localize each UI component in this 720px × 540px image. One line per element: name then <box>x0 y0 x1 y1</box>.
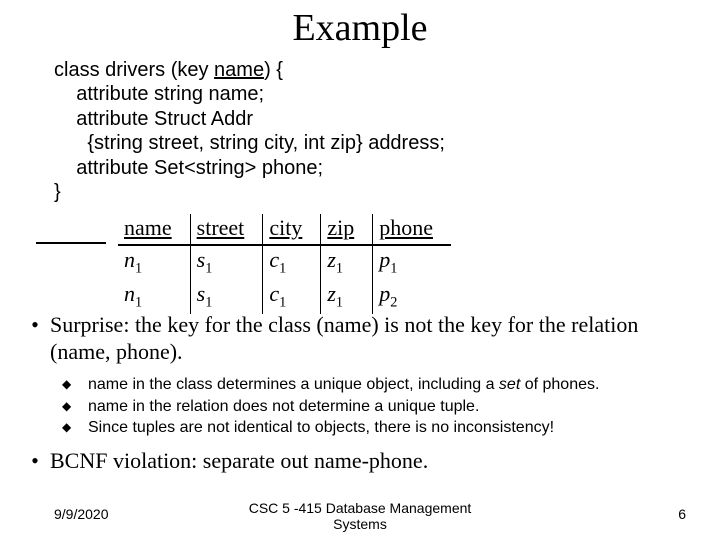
diamond-icon: ◆ <box>62 396 88 418</box>
cell: c1 <box>263 280 321 314</box>
code-l3: attribute Struct Addr <box>54 108 253 130</box>
code-l1-key: name <box>214 59 264 81</box>
slide-title: Example <box>0 6 720 50</box>
code-l4: {string street, string city, int zip} ad… <box>54 132 445 154</box>
code-l1c: ) { <box>264 59 283 81</box>
footer-center: CSC 5 -415 Database Management Systems <box>0 501 720 532</box>
bullet-2-text: BCNF violation: separate out name-phone. <box>50 448 428 475</box>
diamond-icon: ◆ <box>62 417 88 439</box>
footer-page-number: 6 <box>678 506 686 522</box>
code-block: class drivers (key name) { attribute str… <box>54 58 445 204</box>
bullet-dot: • <box>20 448 50 475</box>
cell: c1 <box>263 245 321 280</box>
relation-table: name street city zip phone n1 s1 c1 z1 p… <box>118 214 451 314</box>
sub-bullets: ◆ name in the class determines a unique … <box>62 374 702 439</box>
diamond-icon: ◆ <box>62 374 88 396</box>
code-l2: attribute string name; <box>54 83 264 105</box>
bullet-dot: • <box>20 312 50 366</box>
th-phone: phone <box>373 214 451 245</box>
cell: p1 <box>373 245 451 280</box>
cell: n1 <box>118 245 190 280</box>
table-header-row: name street city zip phone <box>118 214 451 245</box>
code-l6: } <box>54 181 61 203</box>
sub-bullet-a: ◆ name in the class determines a unique … <box>62 374 702 396</box>
th-city: city <box>263 214 321 245</box>
bullet-2: • BCNF violation: separate out name-phon… <box>20 448 694 475</box>
lead-line <box>36 242 106 244</box>
cell: z1 <box>321 280 373 314</box>
slide: Example class drivers (key name) { attri… <box>0 0 720 540</box>
cell: p2 <box>373 280 451 314</box>
code-l1a: class drivers (key <box>54 59 214 81</box>
bullet-1-text: Surprise: the key for the class (name) i… <box>50 312 694 366</box>
sub-bullet-c: ◆ Since tuples are not identical to obje… <box>62 417 702 439</box>
bullet-1: • Surprise: the key for the class (name)… <box>20 312 694 366</box>
cell: s1 <box>190 245 263 280</box>
code-l5: attribute Set<string> phone; <box>54 157 323 179</box>
th-name: name <box>118 214 190 245</box>
table-row: n1 s1 c1 z1 p2 <box>118 280 451 314</box>
cell: s1 <box>190 280 263 314</box>
th-street: street <box>190 214 263 245</box>
th-zip: zip <box>321 214 373 245</box>
table-row: n1 s1 c1 z1 p1 <box>118 245 451 280</box>
sub-bullet-b: ◆ name in the relation does not determin… <box>62 396 702 418</box>
cell: z1 <box>321 245 373 280</box>
cell: n1 <box>118 280 190 314</box>
